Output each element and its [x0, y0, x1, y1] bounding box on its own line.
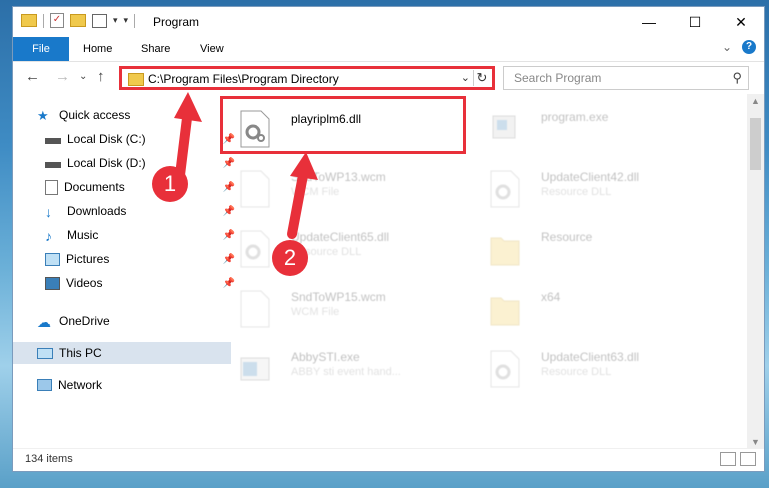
status-bar: 134 items	[13, 448, 764, 471]
file-name: x64	[541, 290, 561, 304]
cloud-icon: ☁	[37, 314, 51, 330]
explorer-window: ✓ ▾ ▾ Program — ☐ ✕ File Home Share View…	[12, 6, 765, 472]
file-type: Resource DLL	[541, 186, 612, 198]
file-item[interactable]: UpdateClient63.dll Resource DLL	[483, 344, 719, 394]
ribbon-tabs: File Home Share View ⌄ ?	[13, 37, 764, 62]
file-name: Resource	[541, 230, 593, 244]
step-badge-1: 1	[152, 166, 188, 202]
exe-icon	[240, 357, 270, 381]
file-name: SndToWP15.wcm	[291, 290, 386, 304]
large-icons-view-icon[interactable]	[740, 452, 756, 466]
properties-icon[interactable]	[92, 13, 107, 28]
sidebar-item-videos[interactable]: Videos 📌	[13, 272, 239, 294]
sidebar-item-label: Local Disk (D:)	[67, 156, 146, 170]
maximize-button[interactable]: ☐	[672, 7, 718, 37]
sidebar-item-onedrive[interactable]: ☁ OneDrive	[13, 310, 231, 332]
scrollbar-thumb[interactable]	[750, 118, 761, 170]
chevron-down-icon[interactable]: ⌄	[461, 71, 470, 84]
folder-icon	[490, 297, 520, 326]
file-item[interactable]: UpdateClient42.dll Resource DLL	[483, 164, 719, 214]
divider	[134, 13, 136, 28]
sidebar-item-label: Music	[67, 228, 99, 242]
folder-item[interactable]: Resource	[483, 224, 719, 274]
divider	[43, 13, 44, 28]
drive-icon	[45, 138, 61, 144]
sidebar-item-network[interactable]: Network	[13, 374, 231, 396]
recent-locations-icon[interactable]: ⌄	[79, 71, 87, 82]
sidebar-item-label: This PC	[59, 346, 102, 360]
back-arrow-icon[interactable]: ←	[25, 68, 40, 85]
search-placeholder: Search Program	[514, 71, 602, 85]
star-icon: ★	[37, 108, 49, 123]
tab-file[interactable]: File	[13, 37, 69, 61]
sidebar-item-label: Downloads	[67, 204, 127, 218]
documents-icon	[45, 179, 58, 195]
navigation-bar: ← → ⌄ ↑ C:\Program Files\Program Directo…	[13, 62, 764, 94]
file-type: Resource DLL	[541, 366, 612, 378]
file-type: WCM File	[291, 306, 340, 318]
sidebar-item-label: Videos	[66, 276, 103, 290]
item-count: 134 items	[25, 453, 73, 465]
search-input[interactable]: Search Program ⚲	[503, 66, 749, 90]
details-view-icon[interactable]	[720, 452, 736, 466]
tab-home[interactable]: Home	[83, 37, 112, 61]
file-name: UpdateClient63.dll	[541, 350, 640, 364]
minimize-button[interactable]: —	[626, 7, 672, 37]
download-icon: ↓	[45, 204, 52, 220]
pictures-icon	[45, 252, 60, 266]
videos-icon	[45, 276, 60, 290]
expand-ribbon-icon[interactable]: ⌄	[722, 40, 732, 54]
network-icon	[37, 379, 52, 391]
arrow-2-icon	[287, 152, 318, 239]
refresh-icon[interactable]: ↻	[473, 70, 490, 86]
search-icon[interactable]: ⚲	[732, 70, 742, 86]
file-name: AbbySTI.exe	[291, 350, 360, 364]
new-folder-icon[interactable]	[70, 14, 86, 27]
drive-icon	[45, 162, 61, 168]
sidebar-item-label: Pictures	[66, 252, 110, 266]
scroll-up-icon[interactable]: ▲	[751, 96, 760, 106]
properties-check-icon[interactable]: ✓	[50, 13, 64, 28]
folder-item[interactable]: x64	[483, 284, 719, 334]
sidebar-item-label: Network	[58, 378, 103, 392]
close-button[interactable]: ✕	[718, 7, 764, 37]
file-name: UpdateClient42.dll	[541, 170, 640, 184]
step-badge-2: 2	[272, 240, 308, 276]
file-icon	[240, 290, 270, 328]
file-item[interactable]: program.exe	[483, 104, 719, 154]
chevron-down-icon[interactable]: ▾	[113, 15, 118, 26]
up-arrow-icon[interactable]: ↑	[97, 68, 105, 85]
exe-icon	[492, 115, 516, 139]
title-bar: ✓ ▾ ▾ Program — ☐ ✕	[13, 7, 764, 37]
customize-toolbar-icon[interactable]: ▾	[124, 15, 129, 26]
folder-icon	[128, 73, 144, 86]
window-title: Program	[153, 15, 200, 29]
folder-icon	[21, 14, 37, 27]
help-icon[interactable]: ?	[742, 40, 756, 54]
tab-view[interactable]: View	[200, 37, 224, 61]
quick-access-toolbar: ✓ ▾ ▾	[21, 13, 136, 28]
sidebar-item-label: OneDrive	[59, 314, 110, 328]
dll-gear-icon	[490, 350, 520, 388]
file-item[interactable]: SndToWP15.wcm WCM File	[233, 284, 469, 334]
scroll-down-icon[interactable]: ▼	[751, 437, 760, 447]
tab-share[interactable]: Share	[141, 37, 170, 61]
sidebar-item-label: Documents	[64, 180, 125, 194]
music-icon: ♪	[45, 228, 52, 244]
vertical-scrollbar[interactable]: ▲ ▼	[747, 94, 764, 449]
file-item[interactable]: AbbySTI.exe ABBY sti event hand...	[233, 344, 469, 394]
file-type: ABBY sti event hand...	[291, 366, 401, 378]
sidebar-item-label: Quick access	[59, 108, 131, 122]
sidebar-item-this-pc[interactable]: This PC	[13, 342, 231, 364]
sidebar-item-label: Local Disk (C:)	[67, 132, 146, 146]
computer-icon	[37, 347, 53, 359]
file-name: program.exe	[541, 110, 609, 124]
forward-arrow-icon[interactable]: →	[55, 68, 70, 85]
folder-icon	[490, 237, 520, 266]
dll-gear-icon	[490, 170, 520, 208]
